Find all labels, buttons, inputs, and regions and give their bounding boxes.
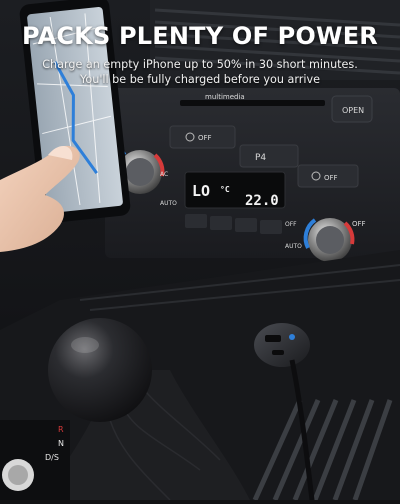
auto-label-left: AUTO	[160, 200, 177, 207]
off-label-left: OFF	[198, 134, 212, 142]
subtext-line-1: Charge an empty iPhone up to 50% in 30 s…	[42, 58, 358, 71]
lcd-right-temp: 22.0	[245, 193, 279, 209]
car-charger	[254, 323, 310, 367]
ac-label: AC	[160, 171, 168, 178]
shift-n-label: N	[58, 439, 64, 448]
seat-icon: P4	[255, 153, 266, 163]
shift-r-label: R	[58, 425, 64, 434]
seat-heat-button[interactable]: P4	[239, 144, 299, 168]
off-button-left[interactable]: OFF	[169, 125, 236, 149]
off-label-right: OFF	[324, 174, 338, 182]
auto-label-right: AUTO	[285, 243, 302, 250]
multimedia-label: multimedia	[205, 93, 245, 101]
off-button-right[interactable]: OFF	[297, 164, 359, 188]
off-label-mid: OFF	[352, 220, 366, 228]
cd-slot	[180, 100, 325, 106]
shift-d-label: D/S	[45, 453, 59, 462]
subtext-line-2: You'll be be fully charged before you ar…	[80, 73, 320, 86]
open-button[interactable]: OPEN	[331, 95, 373, 123]
climate-display: LO °C 22.0	[184, 171, 286, 209]
gear-shifter-knob[interactable]	[48, 318, 152, 422]
lcd-unit: °C	[220, 185, 230, 194]
open-label: OPEN	[342, 106, 364, 115]
lcd-left-temp: LO	[192, 182, 210, 200]
shift-indicator: R N D/S	[0, 420, 70, 500]
off-small-label: OFF	[285, 221, 297, 228]
headline: PACKS PLENTY OF POWER	[22, 22, 378, 50]
